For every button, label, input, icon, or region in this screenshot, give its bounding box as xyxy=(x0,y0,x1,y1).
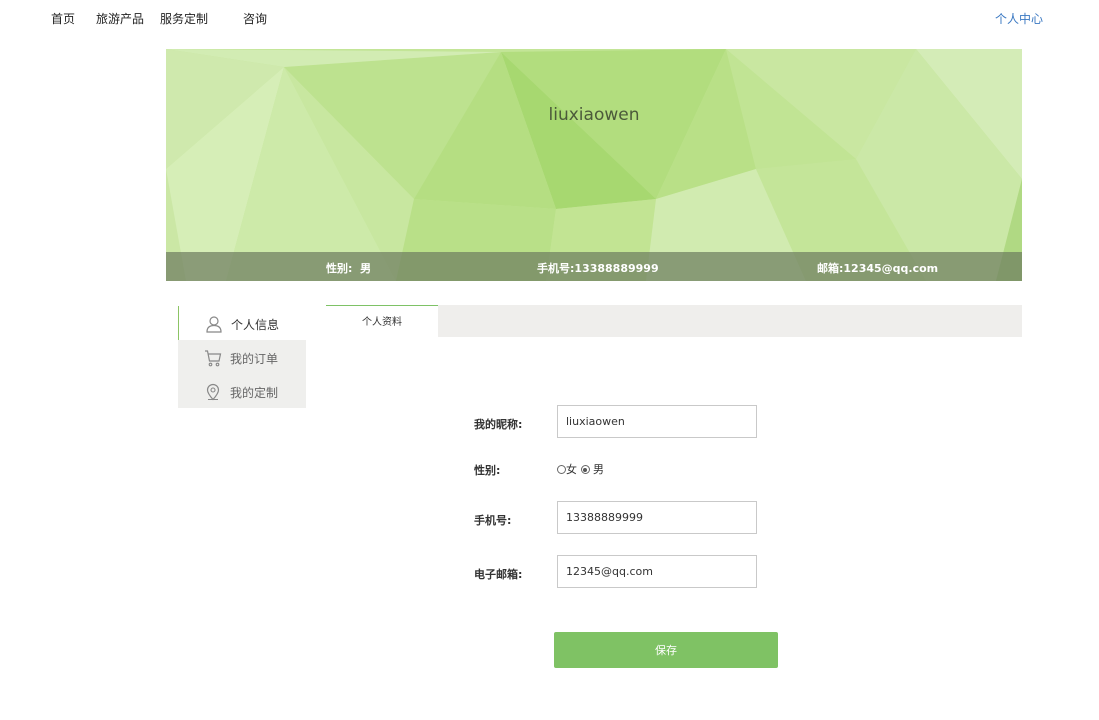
banner-phone-label: 手机号: xyxy=(537,262,575,275)
phone-input[interactable] xyxy=(557,501,757,534)
gender-male-radio[interactable] xyxy=(580,465,590,474)
nav-home[interactable]: 首页 xyxy=(51,10,75,27)
gender-label: 性别: xyxy=(474,464,501,477)
sidebar-item-profile[interactable]: 个人信息 xyxy=(178,306,306,340)
nickname-label: 我的昵称: xyxy=(474,418,523,431)
email-label: 电子邮箱: xyxy=(474,568,523,581)
banner-email-value: 12345@qq.com xyxy=(843,262,939,275)
gender-radio-group: 女 男 xyxy=(557,461,604,477)
phone-label: 手机号: xyxy=(474,514,512,527)
sidebar-item-label: 我的定制 xyxy=(230,386,279,400)
user-icon xyxy=(206,316,222,333)
nickname-input[interactable] xyxy=(557,405,757,438)
banner-phone: 手机号:13388889999 xyxy=(537,260,659,276)
gender-male-label: 男 xyxy=(593,463,604,476)
banner-info-bar: 性别: 男 手机号:13388889999 邮箱:12345@qq.com xyxy=(166,252,1022,281)
save-button[interactable]: 保存 xyxy=(554,632,778,668)
banner-gender-value: 男 xyxy=(360,262,372,275)
profile-banner: liuxiaowen 性别: 男 手机号:13388889999 邮箱:1234… xyxy=(166,49,1022,281)
banner-email-label: 邮箱: xyxy=(817,262,844,275)
banner-gender: 性别: 男 xyxy=(326,260,371,276)
cart-icon xyxy=(205,350,222,367)
email-input[interactable] xyxy=(557,555,757,588)
nav-consult[interactable]: 咨询 xyxy=(243,10,267,27)
location-pin-icon xyxy=(206,383,220,401)
sidebar-item-label: 我的订单 xyxy=(230,352,279,366)
sidebar-item-custom[interactable]: 我的定制 xyxy=(178,374,306,408)
banner-username: liuxiaowen xyxy=(548,105,640,125)
banner-background xyxy=(166,49,1022,281)
nav-user-center[interactable]: 个人中心 xyxy=(995,10,1043,27)
gender-female-radio[interactable] xyxy=(557,465,566,474)
banner-gender-label: 性别: xyxy=(326,262,353,275)
sidebar: 个人信息 我的订单 我的定制 xyxy=(178,306,306,408)
banner-phone-value: 13388889999 xyxy=(574,262,659,275)
banner-email: 邮箱:12345@qq.com xyxy=(817,260,938,276)
top-nav: 首页 旅游产品 服务定制 咨询 个人中心 xyxy=(0,0,1099,36)
sidebar-item-orders[interactable]: 我的订单 xyxy=(178,340,306,374)
gender-female-label: 女 xyxy=(566,463,577,476)
tab-bar: 个人资料 xyxy=(326,305,1022,337)
nav-custom[interactable]: 服务定制 xyxy=(160,10,208,27)
sidebar-item-label: 个人信息 xyxy=(231,318,280,332)
nav-products[interactable]: 旅游产品 xyxy=(96,10,144,27)
tab-profile[interactable]: 个人资料 xyxy=(326,305,438,337)
